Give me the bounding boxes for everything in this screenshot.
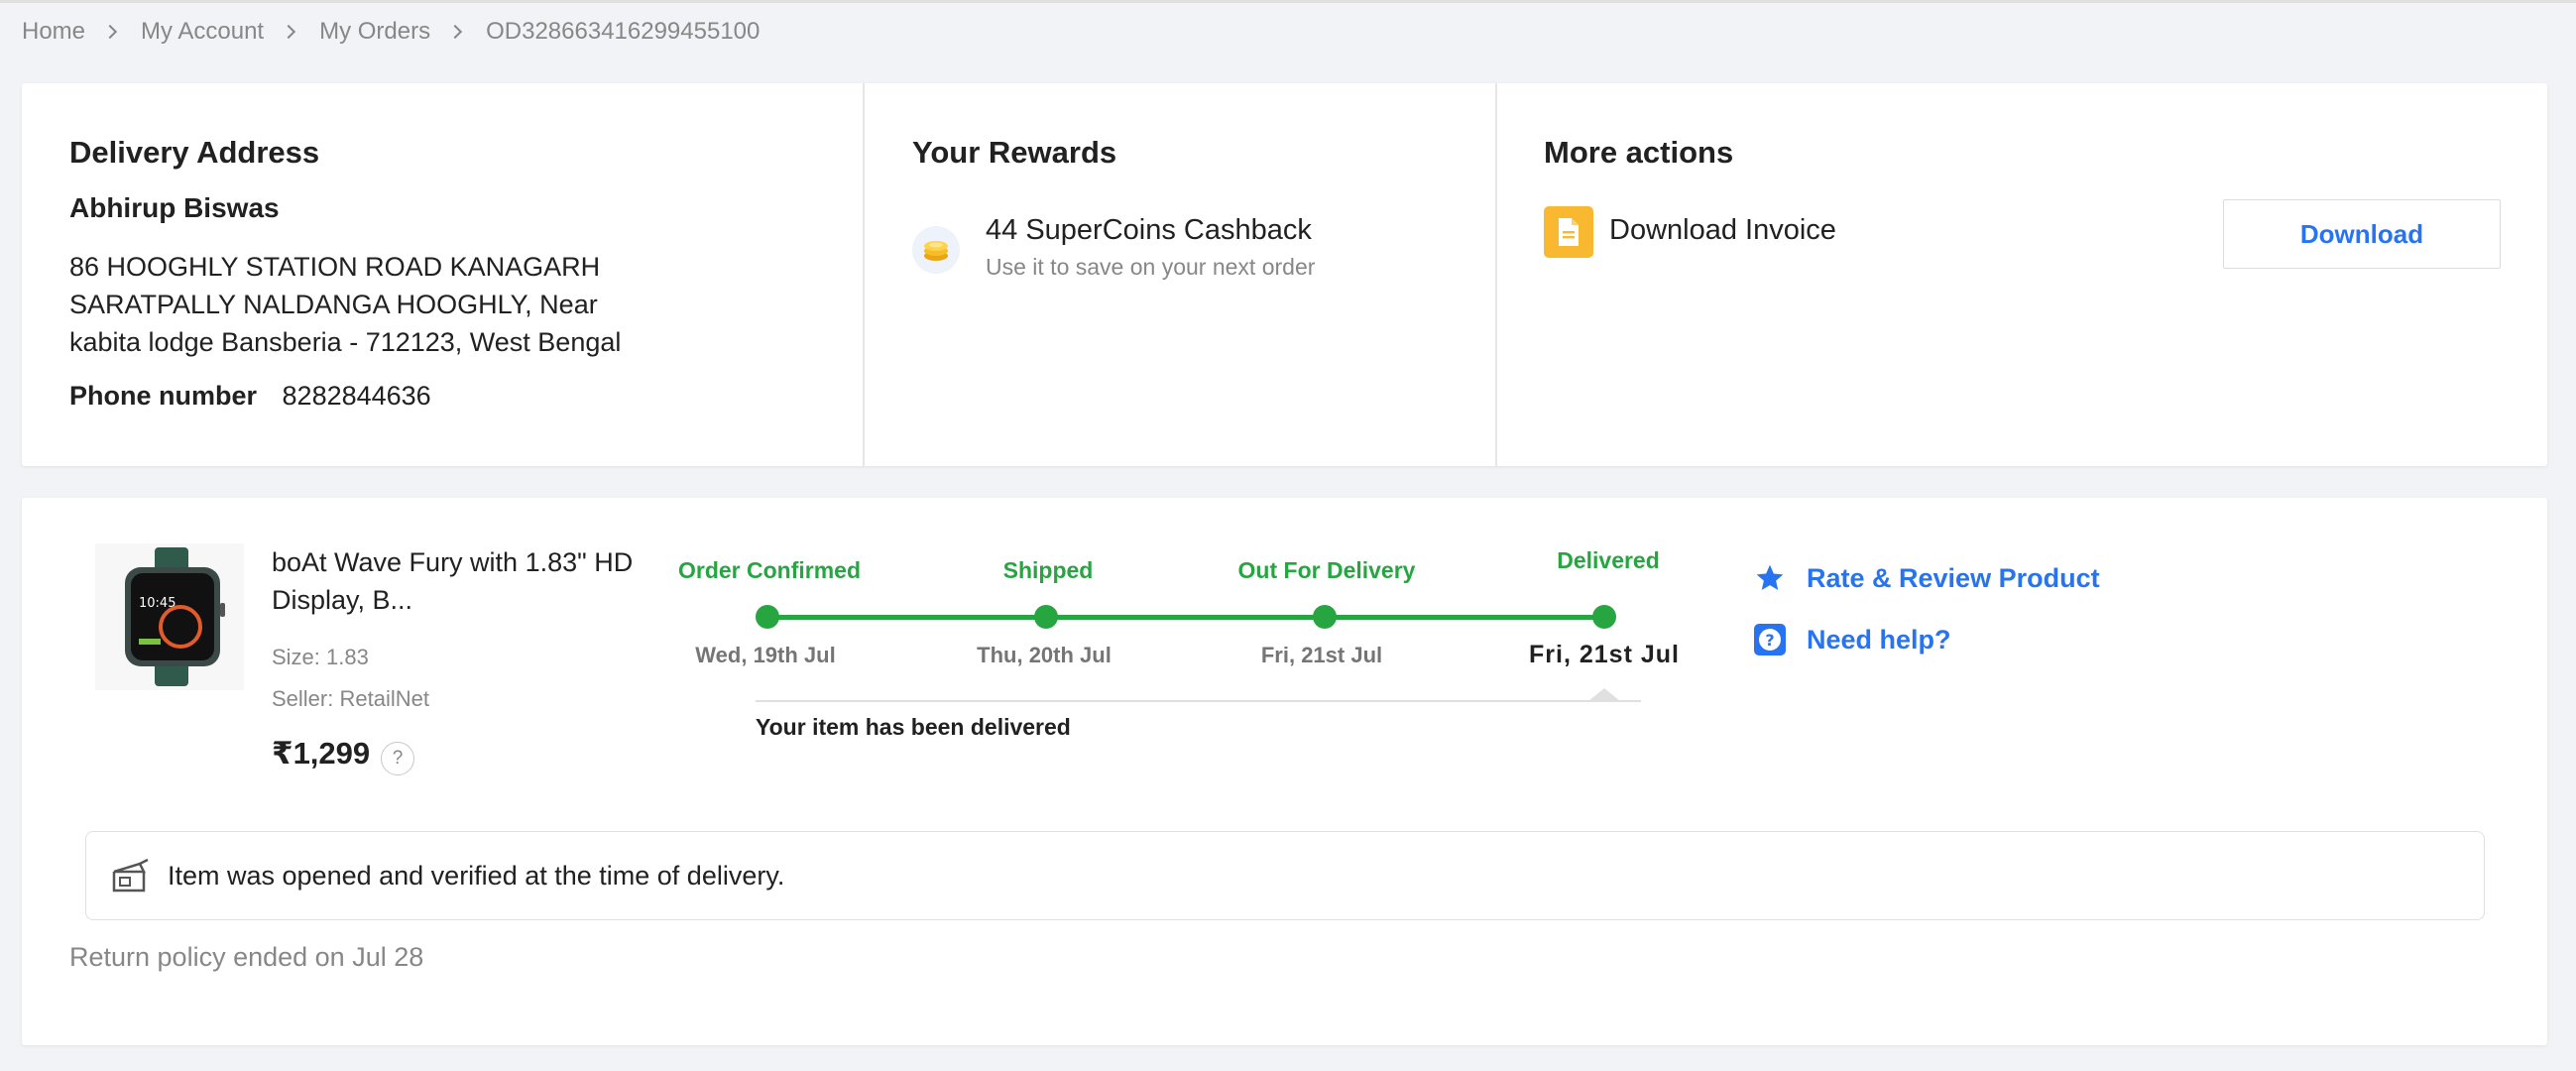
status-divider <box>756 700 1641 702</box>
step-out-for-delivery: Out For Delivery <box>1237 557 1416 583</box>
rewards-title: Your Rewards <box>912 135 1117 170</box>
product-name[interactable]: boAt Wave Fury with 1.83" HD Display, B.… <box>272 543 648 619</box>
chevron-right-icon <box>282 24 296 40</box>
more-actions-title: More actions <box>1544 135 1734 170</box>
rate-review-label: Rate & Review Product <box>1807 562 2100 593</box>
download-invoice-label: Download Invoice <box>1609 214 1836 246</box>
breadcrumb: Home My Account My Orders OD328663416299… <box>22 18 760 46</box>
open-box-icon <box>110 855 152 896</box>
step-dot <box>1034 605 1058 629</box>
step-dot <box>1313 605 1337 629</box>
rewards-subtext: Use it to save on your next order <box>986 254 1316 280</box>
address-line: SARATPALLY NALDANGA HOOGHLY, Near <box>69 290 598 319</box>
phone-number: 8282844636 <box>282 381 431 411</box>
step-date-current: Fri, 21st Jul <box>1529 641 1680 668</box>
chevron-right-icon <box>102 24 118 40</box>
phone-row: Phone number 8282844636 <box>69 381 431 412</box>
return-policy-text: Return policy ended on Jul 28 <box>69 942 424 972</box>
need-help-button[interactable]: ? Need help? <box>1753 623 1951 656</box>
price-help-icon[interactable]: ? <box>381 742 414 775</box>
product-size: Size: 1.83 <box>272 645 369 669</box>
product-image[interactable]: 10:45 <box>95 543 244 690</box>
breadcrumb-my-account[interactable]: My Account <box>141 18 264 46</box>
delivery-address: 86 HOOGHLY STATION ROAD KANAGARH SARATPA… <box>69 248 664 361</box>
order-info-card: Delivery Address Abhirup Biswas 86 HOOGH… <box>22 83 2547 466</box>
rewards-cashback: 44 SuperCoins Cashback <box>986 214 1312 246</box>
verification-text: Item was opened and verified at the time… <box>168 860 785 891</box>
breadcrumb-home[interactable]: Home <box>22 18 85 46</box>
rate-review-button[interactable]: Rate & Review Product <box>1753 561 2100 595</box>
verification-notice: Item was opened and verified at the time… <box>85 831 2485 920</box>
need-help-label: Need help? <box>1807 624 1951 654</box>
divider <box>863 83 865 466</box>
breadcrumb-order-id: OD328663416299455100 <box>486 18 761 45</box>
help-icon: ? <box>1753 623 1787 656</box>
star-icon <box>1753 561 1787 595</box>
breadcrumb-my-orders[interactable]: My Orders <box>319 18 430 46</box>
delivery-status-text: Your item has been delivered <box>756 714 1071 740</box>
step-delivered: Delivered <box>1557 547 1660 573</box>
download-button[interactable]: Download <box>2223 199 2501 269</box>
delivery-address-title: Delivery Address <box>69 135 320 170</box>
order-item-card: 10:45 boAt Wave Fury with 1.83" HD Displ… <box>22 498 2547 1045</box>
step-date: Thu, 20th Jul <box>977 643 1112 667</box>
supercoin-icon <box>912 226 960 274</box>
status-caret <box>1588 688 1620 701</box>
step-dot <box>1592 605 1616 629</box>
invoice-icon <box>1544 206 1593 258</box>
progress-line <box>767 615 1604 620</box>
step-order-confirmed: Order Confirmed <box>677 557 862 583</box>
divider <box>1495 83 1497 466</box>
chevron-right-icon <box>448 24 463 40</box>
svg-text:?: ? <box>1765 631 1774 650</box>
step-date: Wed, 19th Jul <box>695 643 836 667</box>
step-shipped: Shipped <box>1002 557 1094 583</box>
product-price: ₹1,299 <box>272 736 371 771</box>
step-dot <box>756 605 779 629</box>
step-date: Fri, 21st Jul <box>1260 643 1383 667</box>
phone-label: Phone number <box>69 381 258 411</box>
top-border <box>0 0 2576 3</box>
address-line: 86 HOOGHLY STATION ROAD KANAGARH <box>69 252 601 282</box>
customer-name: Abhirup Biswas <box>69 192 280 223</box>
product-seller: Seller: RetailNet <box>272 686 429 711</box>
address-line: kabita lodge Bansberia - 712123, West Be… <box>69 327 622 357</box>
